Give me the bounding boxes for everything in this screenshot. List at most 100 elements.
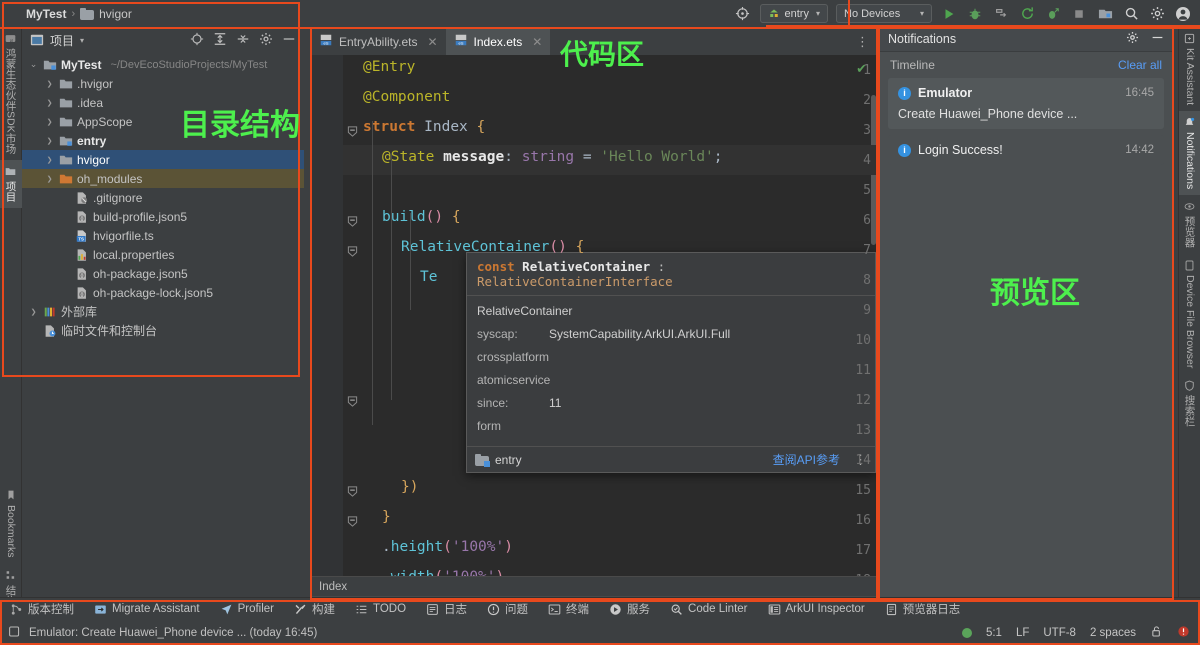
minimize-icon[interactable] bbox=[1151, 31, 1164, 47]
fold-toggle-icon[interactable] bbox=[347, 396, 358, 407]
tool-window-button[interactable]: TODO bbox=[345, 598, 416, 621]
sidebar-item-search-bar[interactable]: 搜索栏 bbox=[1179, 374, 1200, 433]
sidebar-item-sdk-market[interactable]: S 鸿蒙生态伙伴SDK市场 bbox=[0, 27, 22, 160]
documentation-popup[interactable]: const RelativeContainer : RelativeContai… bbox=[466, 252, 876, 473]
status-message-area[interactable]: Emulator: Create Huawei_Phone device ...… bbox=[0, 625, 317, 641]
sidebar-item-notifications[interactable]: Notifications bbox=[1179, 111, 1200, 196]
editor-tab[interactable]: ets Index.ets ✕ bbox=[445, 28, 551, 55]
tree-row[interactable]: 临时文件和控制台 bbox=[22, 321, 304, 340]
chevron-right-icon[interactable]: ❯ bbox=[44, 137, 55, 145]
tool-window-button[interactable]: ArkUI Inspector bbox=[758, 598, 875, 621]
tool-window-button[interactable]: 构建 bbox=[284, 598, 345, 621]
tool-window-button[interactable]: 日志 bbox=[416, 598, 477, 621]
clear-all-button[interactable]: Clear all bbox=[1118, 58, 1162, 72]
fold-toggle-icon[interactable] bbox=[347, 126, 358, 137]
fold-toggle-icon[interactable] bbox=[347, 516, 358, 527]
tool-window-button[interactable]: 终端 bbox=[538, 598, 599, 621]
editor-tab[interactable]: ets EntryAbility.ets ✕ bbox=[311, 28, 446, 55]
sidebar-item-device-file-browser[interactable]: Device File Browser bbox=[1179, 254, 1200, 374]
tool-window-button[interactable]: 服务 bbox=[599, 598, 660, 621]
code-line[interactable]: @Component bbox=[363, 89, 450, 105]
expand-all-icon[interactable] bbox=[213, 32, 227, 49]
chevron-right-icon[interactable]: ❯ bbox=[28, 308, 39, 316]
tool-window-button[interactable]: 问题 bbox=[477, 598, 538, 621]
device-manager-icon[interactable] bbox=[1096, 5, 1114, 23]
api-reference-link[interactable]: 查阅API参考 bbox=[773, 451, 840, 468]
chevron-right-icon[interactable]: ❯ bbox=[44, 99, 55, 107]
editor-code-area[interactable]: ✔ const RelativeContainer : RelativeCont… bbox=[311, 55, 877, 596]
chevron-right-icon[interactable]: ❯ bbox=[44, 156, 55, 164]
minimize-icon[interactable] bbox=[282, 32, 296, 49]
sidebar-item-previewer[interactable]: 预览器 bbox=[1179, 195, 1200, 254]
chevron-right-icon[interactable]: ❯ bbox=[44, 118, 55, 126]
gear-icon[interactable] bbox=[259, 32, 273, 49]
indent-setting[interactable]: 2 spaces bbox=[1090, 627, 1136, 639]
editor-gutter[interactable] bbox=[311, 55, 343, 596]
sidebar-item-project[interactable]: 项目 bbox=[0, 159, 22, 208]
unlocked-icon[interactable] bbox=[1150, 625, 1163, 641]
encoding[interactable]: UTF-8 bbox=[1043, 627, 1076, 639]
settings-icon[interactable] bbox=[1148, 5, 1166, 23]
editor-breadcrumb-label[interactable]: Index bbox=[319, 581, 347, 593]
breadcrumb-item[interactable]: hvigor bbox=[99, 7, 132, 21]
line-separator[interactable]: LF bbox=[1016, 627, 1029, 639]
code-line[interactable]: struct Index { bbox=[363, 119, 485, 135]
close-icon[interactable]: ✕ bbox=[427, 35, 437, 49]
tree-row[interactable]: .gitignore bbox=[22, 188, 304, 207]
gear-icon[interactable] bbox=[1126, 31, 1139, 47]
code-line[interactable]: build() { bbox=[382, 209, 461, 225]
tree-row[interactable]: {} build-profile.json5 bbox=[22, 207, 304, 226]
fold-toggle-icon[interactable] bbox=[347, 216, 358, 227]
fold-toggle-icon[interactable] bbox=[347, 246, 358, 257]
tree-row[interactable]: {} oh-package.json5 bbox=[22, 264, 304, 283]
project-name[interactable]: MyTest bbox=[26, 7, 66, 21]
device-selector-chip[interactable]: No Devices ▾ bbox=[836, 4, 932, 23]
notification-item[interactable]: i Emulator 16:45 Create Huawei_Phone device… bbox=[888, 78, 1164, 129]
collapse-all-icon[interactable] bbox=[236, 32, 250, 49]
chevron-right-icon[interactable]: ❯ bbox=[44, 175, 55, 183]
coverage-icon[interactable] bbox=[1044, 5, 1062, 23]
tree-row[interactable]: ⌄ MyTest ~/DevEcoStudioProjects/MyTest bbox=[22, 55, 304, 74]
tool-window-button[interactable]: Code Linter bbox=[660, 598, 757, 621]
editor-tab-options-icon[interactable]: ⋮ bbox=[848, 28, 877, 55]
code-line[interactable]: } bbox=[382, 509, 391, 525]
chevron-down-icon[interactable]: ⌄ bbox=[28, 59, 39, 70]
tree-row[interactable]: ❯ hvigor bbox=[22, 150, 304, 169]
tree-row[interactable]: ❯ oh_modules bbox=[22, 169, 304, 188]
tool-window-button[interactable]: 版本控制 bbox=[0, 598, 84, 621]
tree-row[interactable]: TS hvigorfile.ts bbox=[22, 226, 304, 245]
doc-attribute-key: form bbox=[477, 419, 501, 433]
tree-row[interactable]: local.properties bbox=[22, 245, 304, 264]
search-icon[interactable] bbox=[1122, 5, 1140, 23]
profile-run-icon[interactable] bbox=[992, 5, 1010, 23]
code-line[interactable]: @State message: string = 'Hello World'; bbox=[382, 149, 723, 165]
chevron-down-icon[interactable]: ▾ bbox=[80, 36, 84, 45]
code-line[interactable]: .height('100%') bbox=[382, 539, 513, 555]
sidebar-item-bookmarks[interactable]: Bookmarks bbox=[0, 484, 22, 564]
sync-icon[interactable] bbox=[1018, 5, 1036, 23]
caret-position[interactable]: 5:1 bbox=[986, 627, 1002, 639]
close-icon[interactable]: ✕ bbox=[532, 35, 542, 49]
code-line[interactable]: }) bbox=[401, 479, 418, 495]
debug-icon[interactable] bbox=[966, 5, 984, 23]
run-configuration-chip[interactable]: entry ▾ bbox=[759, 4, 828, 23]
code-line[interactable]: Te bbox=[420, 269, 437, 285]
fold-toggle-icon[interactable] bbox=[347, 486, 358, 497]
sidebar-item-kit-assistant[interactable]: Kit Assistant bbox=[1179, 27, 1200, 111]
stop-icon[interactable] bbox=[1070, 5, 1088, 23]
code-line[interactable]: @Entry bbox=[363, 59, 415, 75]
tree-row[interactable]: ❯ 外部库 bbox=[22, 302, 304, 321]
target-icon[interactable] bbox=[734, 5, 752, 23]
chevron-right-icon[interactable]: ❯ bbox=[44, 80, 55, 88]
code-line[interactable]: RelativeContainer() { bbox=[401, 239, 584, 255]
locate-icon[interactable] bbox=[190, 32, 204, 49]
tree-row[interactable]: ❯ .hvigor bbox=[22, 74, 304, 93]
tool-window-button[interactable]: Migrate Assistant bbox=[84, 598, 210, 621]
run-icon[interactable] bbox=[940, 5, 958, 23]
notification-item[interactable]: i Login Success! 14:42 bbox=[888, 135, 1164, 165]
tool-window-button[interactable]: 预览器日志 bbox=[875, 598, 971, 621]
account-icon[interactable] bbox=[1174, 5, 1192, 23]
tool-window-button[interactable]: Profiler bbox=[210, 598, 284, 621]
tree-row[interactable]: {} oh-package-lock.json5 bbox=[22, 283, 304, 302]
error-icon[interactable] bbox=[1177, 625, 1190, 641]
